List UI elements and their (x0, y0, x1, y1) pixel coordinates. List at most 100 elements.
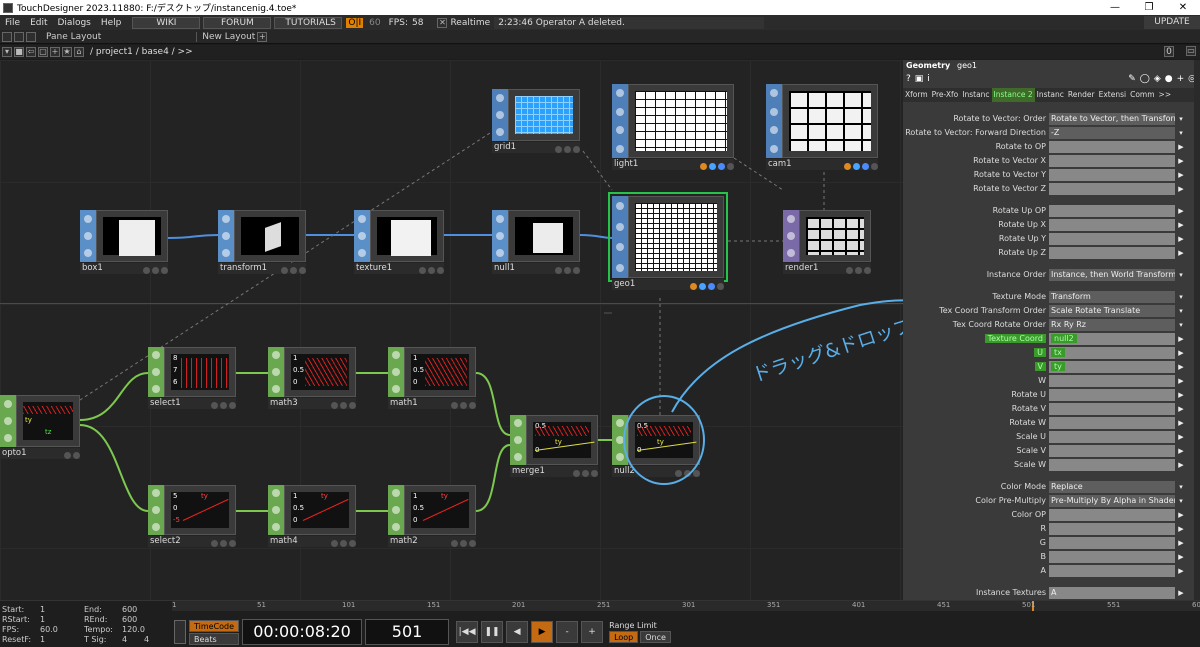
add-icon[interactable]: + (50, 47, 60, 57)
frame-display[interactable]: 501 (365, 619, 450, 645)
param-value[interactable] (1049, 458, 1175, 471)
menu-file[interactable]: File (0, 18, 25, 28)
chevron-down-icon[interactable]: ▾ (1176, 291, 1186, 303)
beats-button[interactable]: Beats (189, 632, 240, 645)
dropdown-icon[interactable]: ▾ (2, 47, 12, 57)
python-help-icon[interactable]: ▣ (915, 74, 924, 84)
chevron-down-icon[interactable]: ▾ (1176, 127, 1186, 139)
param-value[interactable] (1049, 402, 1175, 415)
param-value[interactable]: Rx Ry Rz (1049, 318, 1175, 331)
tab-5[interactable]: Render (1066, 88, 1097, 102)
play-icon[interactable]: ▶ (531, 621, 554, 643)
tab-1[interactable]: Pre-Xfo (930, 88, 961, 102)
once-button[interactable]: Once (640, 631, 671, 643)
menu-help[interactable]: Help (96, 18, 127, 28)
timecode-display[interactable]: 00:00:08:20 (242, 619, 363, 645)
tab-6[interactable]: Extensi (1097, 88, 1128, 102)
step-minus-icon[interactable]: - (556, 621, 579, 643)
minimize-icon[interactable]: — (1098, 0, 1132, 15)
arrow-right-icon[interactable]: ▶ (1176, 445, 1186, 457)
timeline-ruler[interactable]: 151101151201251301351401451501551600 (172, 601, 1200, 611)
param-value[interactable]: Transform (1049, 290, 1175, 303)
network-path[interactable]: / project1 / base4 / >> (90, 47, 193, 57)
chevron-down-icon[interactable]: ▾ (1176, 319, 1186, 331)
param-value[interactable] (1049, 168, 1175, 181)
stop-icon[interactable]: ■ (14, 47, 24, 57)
param-value[interactable]: tx (1049, 346, 1175, 359)
timeline-lock-icon[interactable] (174, 620, 186, 644)
python-icon[interactable]: ● (1165, 74, 1173, 84)
param-value[interactable] (1049, 564, 1175, 577)
arrow-right-icon[interactable]: ▶ (1176, 361, 1186, 373)
arrow-right-icon[interactable]: ▶ (1176, 219, 1186, 231)
comment-icon[interactable]: ◯ (1140, 74, 1150, 84)
rewind-icon[interactable]: |◀◀ (456, 621, 479, 643)
menu-edit[interactable]: Edit (25, 18, 52, 28)
arrow-right-icon[interactable]: ▶ (1176, 403, 1186, 415)
param-value[interactable] (1049, 508, 1175, 521)
param-value[interactable] (1049, 388, 1175, 401)
forum-button[interactable]: FORUM (203, 16, 272, 29)
pane-layout-label[interactable]: Pane Layout (46, 32, 101, 42)
chevron-down-icon[interactable]: ▾ (1176, 113, 1186, 125)
tempo-value[interactable]: 120.0 (122, 625, 145, 634)
param-value[interactable] (1049, 218, 1175, 231)
step-plus-icon[interactable]: + (581, 621, 604, 643)
param-value[interactable] (1049, 430, 1175, 443)
chevron-down-icon[interactable]: ▾ (1176, 481, 1186, 493)
tab-2[interactable]: Instanc (960, 88, 991, 102)
pane-split2-icon[interactable] (14, 31, 24, 42)
param-value[interactable] (1049, 522, 1175, 535)
new-layout-label[interactable]: New Layout (196, 31, 255, 42)
arrow-right-icon[interactable]: ▶ (1176, 183, 1186, 195)
back-icon[interactable]: ⇦ (26, 47, 36, 57)
arrow-right-icon[interactable]: ▶ (1176, 523, 1186, 535)
help-icon[interactable]: ? (906, 74, 911, 84)
tab-3[interactable]: Instance 2 (991, 88, 1035, 102)
add-icon[interactable]: + (1177, 74, 1185, 84)
param-value[interactable]: ty (1049, 360, 1175, 373)
chevron-down-icon[interactable]: ▾ (1176, 305, 1186, 317)
tag-icon[interactable]: ◈ (1154, 74, 1161, 84)
param-value[interactable] (1049, 182, 1175, 195)
param-value[interactable] (1049, 154, 1175, 167)
param-value[interactable] (1049, 444, 1175, 457)
param-value[interactable] (1049, 550, 1175, 563)
param-value[interactable] (1049, 232, 1175, 245)
end-value[interactable]: 600 (122, 605, 137, 614)
pane-link-icon[interactable] (26, 31, 36, 42)
resetf-value[interactable]: 1 (40, 635, 45, 644)
param-value[interactable] (1049, 246, 1175, 259)
param-value[interactable]: Replace (1049, 480, 1175, 493)
fps-value[interactable]: 60.0 (40, 625, 58, 634)
arrow-right-icon[interactable]: ▶ (1176, 587, 1186, 599)
tutorials-button[interactable]: TUTORIALS (274, 16, 343, 29)
arrow-right-icon[interactable]: ▶ (1176, 141, 1186, 153)
arrow-right-icon[interactable]: ▶ (1176, 169, 1186, 181)
tab-4[interactable]: Instanc (1035, 88, 1066, 102)
param-value[interactable] (1049, 416, 1175, 429)
start-value[interactable]: 1 (40, 605, 45, 614)
pause-icon[interactable]: ❚❚ (481, 621, 504, 643)
add-layout-icon[interactable]: + (257, 31, 268, 42)
arrow-right-icon[interactable]: ▶ (1176, 551, 1186, 563)
arrow-right-icon[interactable]: ▶ (1176, 417, 1186, 429)
edit-icon[interactable]: ✎ (1128, 74, 1136, 84)
arrow-right-icon[interactable]: ▶ (1176, 333, 1186, 345)
arrow-right-icon[interactable]: ▶ (1176, 247, 1186, 259)
wiki-button[interactable]: WIKI (132, 16, 201, 29)
tab-0[interactable]: Xform (903, 88, 930, 102)
up-icon[interactable]: ▢ (38, 47, 48, 57)
param-value[interactable]: Rotate to Vector, then Transform (1049, 112, 1175, 125)
network-editor[interactable]: grid1 light1 cam1 box1 transform1 textur… (0, 60, 903, 600)
tsig-a[interactable]: 4 (122, 635, 127, 644)
info-icon[interactable]: i (927, 74, 930, 84)
rend-value[interactable]: 600 (122, 615, 137, 624)
panel-scrollbar[interactable] (1194, 60, 1200, 600)
loop-button[interactable]: Loop (609, 631, 639, 643)
update-button[interactable]: UPDATE (1144, 16, 1200, 29)
arrow-right-icon[interactable]: ▶ (1176, 537, 1186, 549)
close-icon[interactable]: ✕ (1166, 0, 1200, 15)
arrow-right-icon[interactable]: ▶ (1176, 205, 1186, 217)
arrow-right-icon[interactable]: ▶ (1176, 155, 1186, 167)
